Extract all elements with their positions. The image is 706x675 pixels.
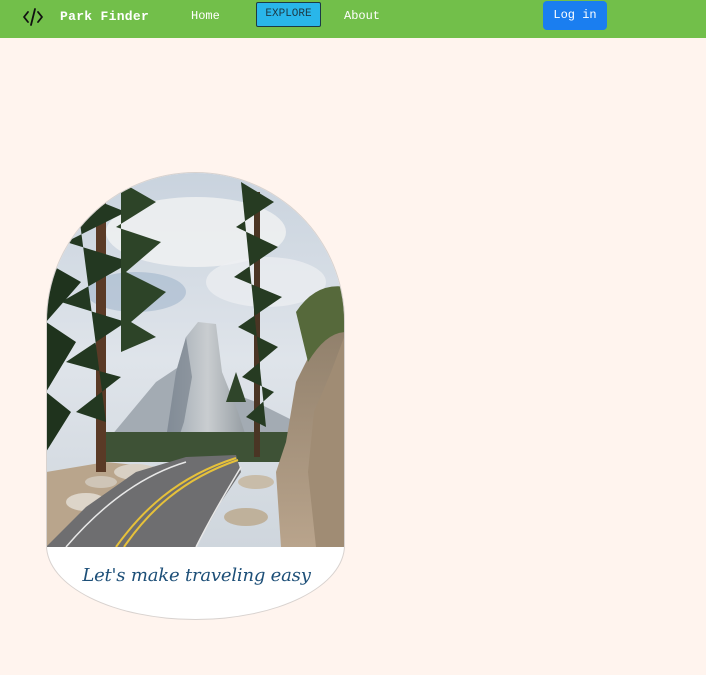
nav-link-home[interactable]: Home (191, 8, 220, 24)
login-button[interactable]: Log in (543, 1, 607, 30)
brand-title[interactable]: Park Finder (60, 8, 149, 25)
hero-card: Let's make traveling easy (46, 172, 345, 620)
tagline: Let's make traveling easy (82, 565, 311, 586)
navbar: Park Finder Home EXPLORE About Log in (0, 0, 706, 38)
code-icon[interactable] (22, 7, 44, 27)
nav-link-about[interactable]: About (344, 8, 380, 24)
explore-button[interactable]: EXPLORE (256, 2, 321, 27)
hero-image (47, 173, 344, 547)
